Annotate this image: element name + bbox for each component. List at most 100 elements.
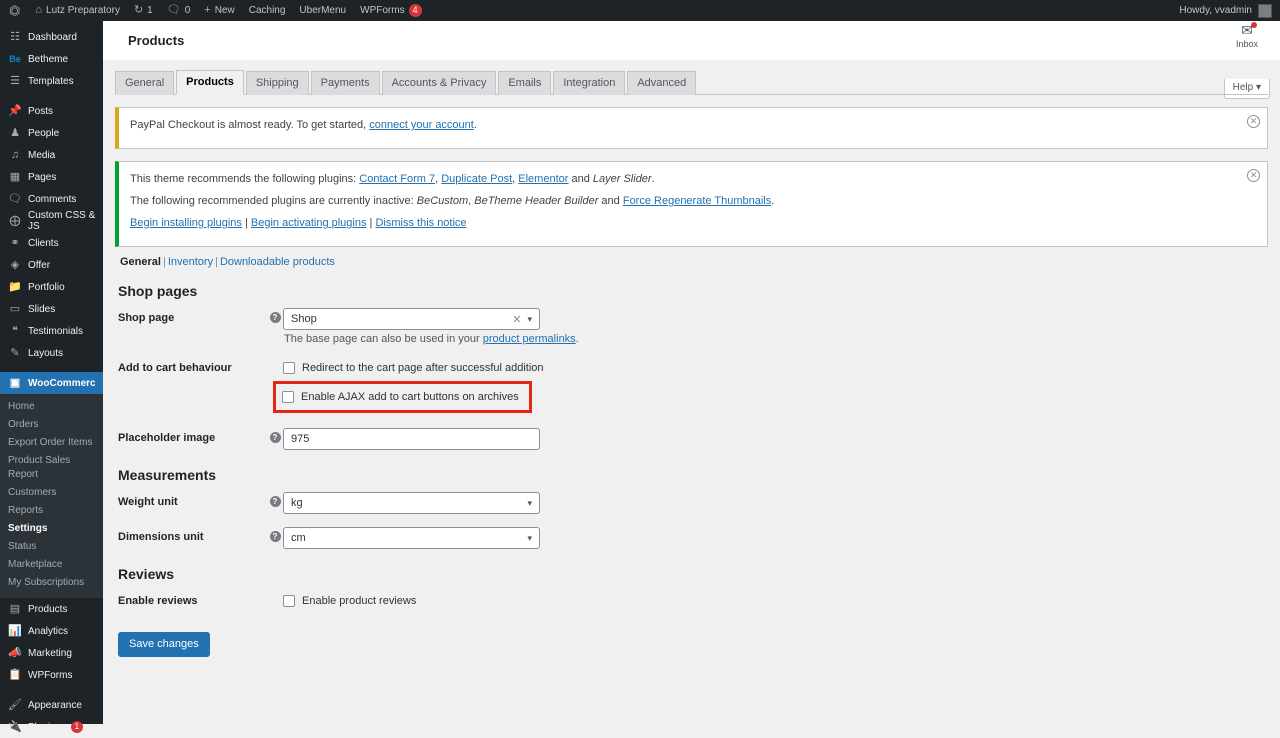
help-icon[interactable]: ?: [267, 308, 283, 323]
tab-integration[interactable]: Integration: [553, 71, 626, 95]
admin-bar-wpforms[interactable]: WPForms 4: [353, 0, 428, 21]
tab-shipping[interactable]: Shipping: [245, 71, 309, 95]
help-icon[interactable]: ?: [267, 527, 283, 542]
tab-advanced[interactable]: Advanced: [627, 71, 697, 95]
elementor-link[interactable]: Elementor: [518, 173, 568, 185]
help-icon[interactable]: ?: [267, 428, 283, 443]
plus-circle-icon: ⨁: [9, 214, 21, 227]
enable-product-reviews-checkbox-row[interactable]: Enable product reviews: [283, 591, 1268, 611]
save-changes-button[interactable]: Save changes: [118, 632, 210, 657]
admin-bar-account[interactable]: Howdy, vvadmin: [1179, 3, 1280, 18]
submenu-item-status[interactable]: Status: [0, 538, 103, 556]
sidebar-item-portfolio[interactable]: 📁 Portfolio: [0, 276, 103, 298]
help-icon[interactable]: ?: [267, 492, 283, 507]
line1-before: This theme recommends the following plug…: [130, 173, 360, 185]
connect-account-link[interactable]: connect your account: [369, 119, 474, 131]
sidebar-item-templates[interactable]: ☰ Templates: [0, 70, 103, 92]
admin-bar-site-name[interactable]: ⌂ Lutz Preparatory: [28, 0, 127, 21]
submenu-item-settings[interactable]: Settings: [0, 520, 103, 538]
sidebar-item-appearance[interactable]: 🖌 Appearance: [0, 694, 103, 716]
sidebar-item-label: Analytics: [28, 625, 69, 637]
subnav-separator: |: [162, 256, 166, 268]
redirect-to-cart-checkbox-row[interactable]: Redirect to the cart page after successf…: [283, 358, 1268, 378]
offer-icon: ◈: [10, 258, 20, 271]
dismiss-notice-link[interactable]: Dismiss this notice: [375, 217, 466, 229]
sidebar-item-pages[interactable]: ▦ Pages: [0, 166, 103, 188]
sidebar-item-plugins[interactable]: 🔌 Plugins 1: [0, 716, 103, 738]
product-permalinks-link[interactable]: product permalinks: [483, 333, 576, 345]
begin-activating-plugins-link[interactable]: Begin activating plugins: [251, 217, 367, 229]
close-icon[interactable]: ✕: [1247, 169, 1260, 182]
sidebar-item-label: Pages: [28, 171, 57, 183]
sidebar-item-label: WooCommerce: [28, 377, 102, 389]
field-row-enable-reviews: Enable reviews Enable product reviews: [115, 588, 1268, 614]
subnav-item-inventory[interactable]: Inventory: [168, 256, 213, 268]
submenu-item-orders[interactable]: Orders: [0, 416, 103, 434]
submenu-item-customers[interactable]: Customers: [0, 484, 103, 502]
sidebar-item-betheme[interactable]: Be Betheme: [0, 48, 103, 70]
sidebar-item-custom-css-js[interactable]: ⨁ Custom CSS & JS: [0, 210, 103, 232]
placeholder-image-input[interactable]: 975: [283, 428, 540, 450]
weight-unit-value: kg: [291, 497, 303, 509]
updates-icon: ↻: [133, 4, 144, 16]
sidebar-item-clients[interactable]: ⚭ Clients: [0, 232, 103, 254]
sidebar-item-products[interactable]: ▤ Products: [0, 598, 103, 620]
sidebar-item-marketing[interactable]: 📣 Marketing: [0, 642, 103, 664]
begin-installing-plugins-link[interactable]: Begin installing plugins: [130, 217, 242, 229]
dimensions-unit-select[interactable]: cm ▾: [283, 527, 540, 549]
enable-product-reviews-checkbox[interactable]: [283, 595, 295, 607]
page-header: Products ✉ Inbox: [103, 21, 1280, 60]
admin-bar-ubermenu[interactable]: UberMenu: [292, 0, 353, 21]
wordpress-icon[interactable]: ⏣: [0, 3, 28, 19]
submenu-item-marketplace[interactable]: Marketplace: [0, 556, 103, 574]
field-row-weight-unit: Weight unit ? kg ▾: [115, 489, 1268, 517]
sidebar-item-layouts[interactable]: ✎ Layouts: [0, 342, 103, 364]
sidebar-item-woocommerce[interactable]: ▣ WooCommerce: [0, 372, 103, 394]
tab-general[interactable]: General: [115, 71, 175, 95]
admin-bar-caching[interactable]: Caching: [242, 0, 293, 21]
sidebar-item-offer[interactable]: ◈ Offer: [0, 254, 103, 276]
sidebar-item-wpforms[interactable]: 📋 WPForms: [0, 664, 103, 686]
ajax-add-to-cart-checkbox[interactable]: [282, 391, 294, 403]
subnav-item-general[interactable]: General: [120, 256, 161, 268]
force-regenerate-thumbnails-link[interactable]: Force Regenerate Thumbnails: [623, 195, 771, 207]
sidebar-item-slides[interactable]: ▭ Slides: [0, 298, 103, 320]
sidebar-item-analytics[interactable]: 📊 Analytics: [0, 620, 103, 642]
plugins-notice-line2: The following recommended plugins are cu…: [130, 195, 775, 207]
redirect-to-cart-checkbox[interactable]: [283, 362, 295, 374]
contact-form-7-link[interactable]: Contact Form 7: [359, 173, 435, 185]
sidebar-item-media[interactable]: ♫ Media: [0, 144, 103, 166]
sidebar-item-testimonials[interactable]: ❝ Testimonials: [0, 320, 103, 342]
sidebar-item-label: WPForms: [28, 669, 73, 681]
inbox-button[interactable]: ✉ Inbox: [1224, 22, 1270, 49]
admin-bar-new[interactable]: + New: [197, 0, 241, 21]
duplicate-post-link[interactable]: Duplicate Post: [441, 173, 512, 185]
subnav-separator: |: [215, 256, 218, 268]
sidebar-item-dashboard[interactable]: ☷ Dashboard: [0, 26, 103, 48]
submenu-item-my-subscriptions[interactable]: My Subscriptions: [0, 574, 103, 592]
tab-emails[interactable]: Emails: [498, 71, 552, 95]
shop-page-select[interactable]: Shop ✕ ▾: [283, 308, 540, 330]
subnav-item-downloadable-products[interactable]: Downloadable products: [220, 256, 335, 268]
admin-bar-comments[interactable]: 🗨 0: [160, 0, 198, 21]
submenu-item-reports[interactable]: Reports: [0, 502, 103, 520]
weight-unit-select[interactable]: kg ▾: [283, 492, 540, 514]
submenu-item-home[interactable]: Home: [0, 398, 103, 416]
clear-icon[interactable]: ✕: [512, 313, 521, 326]
submenu-item-product-sales-report[interactable]: Product Sales Report: [0, 452, 103, 484]
submenu-item-export-order-items[interactable]: Export Order Items: [0, 434, 103, 452]
close-icon[interactable]: ✕: [1247, 115, 1260, 128]
sidebar-item-people[interactable]: ♟ People: [0, 122, 103, 144]
main-content: Products ✉ Inbox Help ▾ General Products…: [103, 21, 1280, 724]
field-row-shop-page: Shop page ? Shop ✕ ▾ The base page can a…: [115, 305, 1268, 348]
tab-payments[interactable]: Payments: [310, 71, 380, 95]
paypal-notice-text-before: PayPal Checkout is almost ready. To get …: [130, 119, 370, 131]
admin-bar-updates[interactable]: ↻ 1: [127, 0, 160, 21]
tab-accounts-privacy[interactable]: Accounts & Privacy: [381, 71, 497, 95]
analytics-icon: 📊: [8, 624, 22, 637]
chevron-down-icon: ▾: [527, 532, 532, 543]
tab-products[interactable]: Products: [176, 70, 244, 95]
ajax-add-to-cart-checkbox-row[interactable]: Enable AJAX add to cart buttons on archi…: [282, 387, 519, 407]
sidebar-item-comments[interactable]: 🗨 Comments: [0, 188, 103, 210]
sidebar-item-posts[interactable]: 📌 Posts: [0, 100, 103, 122]
